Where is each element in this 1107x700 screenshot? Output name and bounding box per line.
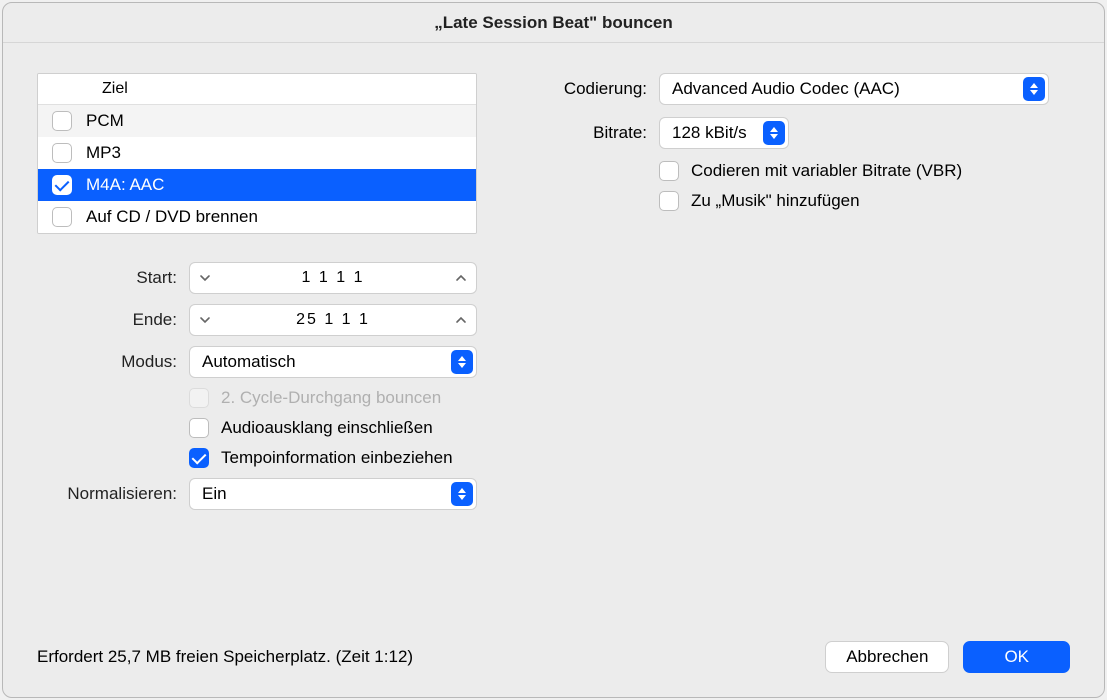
encoding-label: Codierung: <box>537 79 647 99</box>
left-column: Ziel PCM MP3 M4A: AAC <box>37 73 477 621</box>
audio-tail-label: Audioausklang einschließen <box>221 418 433 438</box>
add-music-row[interactable]: Zu „Musik" hinzufügen <box>659 191 1070 211</box>
start-stepper[interactable]: 1 1 1 1 <box>189 262 477 294</box>
start-value[interactable]: 1 1 1 1 <box>220 269 446 287</box>
tempo-info-checkbox[interactable] <box>189 448 209 468</box>
second-cycle-label: 2. Cycle-Durchgang bouncen <box>221 388 441 408</box>
bitrate-value: 128 kBit/s <box>672 123 763 143</box>
end-increment[interactable] <box>446 305 476 335</box>
audio-tail-row[interactable]: Audioausklang einschließen <box>189 418 477 438</box>
destination-checkbox-cd[interactable] <box>52 207 72 227</box>
add-music-checkbox[interactable] <box>659 191 679 211</box>
start-decrement[interactable] <box>190 263 220 293</box>
end-row: Ende: 25 1 1 1 <box>37 304 477 336</box>
second-cycle-checkbox <box>189 388 209 408</box>
normalize-dropdown[interactable]: Ein <box>189 478 477 510</box>
vbr-checkbox[interactable] <box>659 161 679 181</box>
dialog-content: Ziel PCM MP3 M4A: AAC <box>3 43 1104 641</box>
encoding-row: Codierung: Advanced Audio Codec (AAC) <box>537 73 1070 105</box>
add-music-label: Zu „Musik" hinzufügen <box>691 191 860 211</box>
dialog-title: „Late Session Beat" bouncen <box>3 3 1104 43</box>
destination-label-pcm: PCM <box>86 111 124 131</box>
bounce-dialog: „Late Session Beat" bouncen Ziel PCM MP3 <box>2 2 1105 698</box>
left-form-area: Start: 1 1 1 1 Ende: <box>37 262 477 510</box>
dropdown-caret-icon <box>451 350 473 374</box>
mode-dropdown[interactable]: Automatisch <box>189 346 477 378</box>
dropdown-caret-icon <box>763 121 785 145</box>
tempo-info-label: Tempoinformation einbeziehen <box>221 448 453 468</box>
end-stepper[interactable]: 25 1 1 1 <box>189 304 477 336</box>
mode-value: Automatisch <box>202 352 451 372</box>
destination-header[interactable]: Ziel <box>38 74 476 105</box>
mode-row: Modus: Automatisch <box>37 346 477 378</box>
start-row: Start: 1 1 1 1 <box>37 262 477 294</box>
end-decrement[interactable] <box>190 305 220 335</box>
right-column: Codierung: Advanced Audio Codec (AAC) Bi… <box>537 73 1070 621</box>
audio-tail-checkbox[interactable] <box>189 418 209 438</box>
dropdown-caret-icon <box>1023 77 1045 101</box>
start-label: Start: <box>37 268 177 288</box>
chevron-up-icon <box>455 314 467 326</box>
vbr-label: Codieren mit variabler Bitrate (VBR) <box>691 161 962 181</box>
destination-checkbox-m4a[interactable] <box>52 175 72 195</box>
cancel-button[interactable]: Abbrechen <box>825 641 949 673</box>
mode-label: Modus: <box>37 352 177 372</box>
destination-item-pcm[interactable]: PCM <box>38 105 476 137</box>
destination-item-mp3[interactable]: MP3 <box>38 137 476 169</box>
disk-space-status: Erfordert 25,7 MB freien Speicherplatz. … <box>37 647 811 667</box>
start-increment[interactable] <box>446 263 476 293</box>
vbr-row[interactable]: Codieren mit variabler Bitrate (VBR) <box>659 161 1070 181</box>
end-value[interactable]: 25 1 1 1 <box>220 311 446 329</box>
destination-list: Ziel PCM MP3 M4A: AAC <box>37 73 477 234</box>
destination-label-cd: Auf CD / DVD brennen <box>86 207 258 227</box>
destination-checkbox-mp3[interactable] <box>52 143 72 163</box>
destination-label-m4a: M4A: AAC <box>86 175 164 195</box>
dialog-footer: Erfordert 25,7 MB freien Speicherplatz. … <box>3 641 1104 697</box>
bitrate-dropdown[interactable]: 128 kBit/s <box>659 117 789 149</box>
destination-label-mp3: MP3 <box>86 143 121 163</box>
destination-item-cd[interactable]: Auf CD / DVD brennen <box>38 201 476 233</box>
bitrate-label: Bitrate: <box>537 123 647 143</box>
encoding-value: Advanced Audio Codec (AAC) <box>672 79 1023 99</box>
destination-checkbox-pcm[interactable] <box>52 111 72 131</box>
bitrate-row: Bitrate: 128 kBit/s <box>537 117 1070 149</box>
dropdown-caret-icon <box>451 482 473 506</box>
chevron-up-icon <box>455 272 467 284</box>
end-label: Ende: <box>37 310 177 330</box>
tempo-info-row[interactable]: Tempoinformation einbeziehen <box>189 448 477 468</box>
destination-item-m4a[interactable]: M4A: AAC <box>38 169 476 201</box>
normalize-value: Ein <box>202 484 451 504</box>
second-cycle-row: 2. Cycle-Durchgang bouncen <box>189 388 477 408</box>
ok-button[interactable]: OK <box>963 641 1070 673</box>
chevron-down-icon <box>199 272 211 284</box>
normalize-label: Normalisieren: <box>37 484 177 504</box>
chevron-down-icon <box>199 314 211 326</box>
destination-list-body: PCM MP3 M4A: AAC Auf CD / DVD brennen <box>38 105 476 233</box>
encoding-dropdown[interactable]: Advanced Audio Codec (AAC) <box>659 73 1049 105</box>
normalize-row: Normalisieren: Ein <box>37 478 477 510</box>
